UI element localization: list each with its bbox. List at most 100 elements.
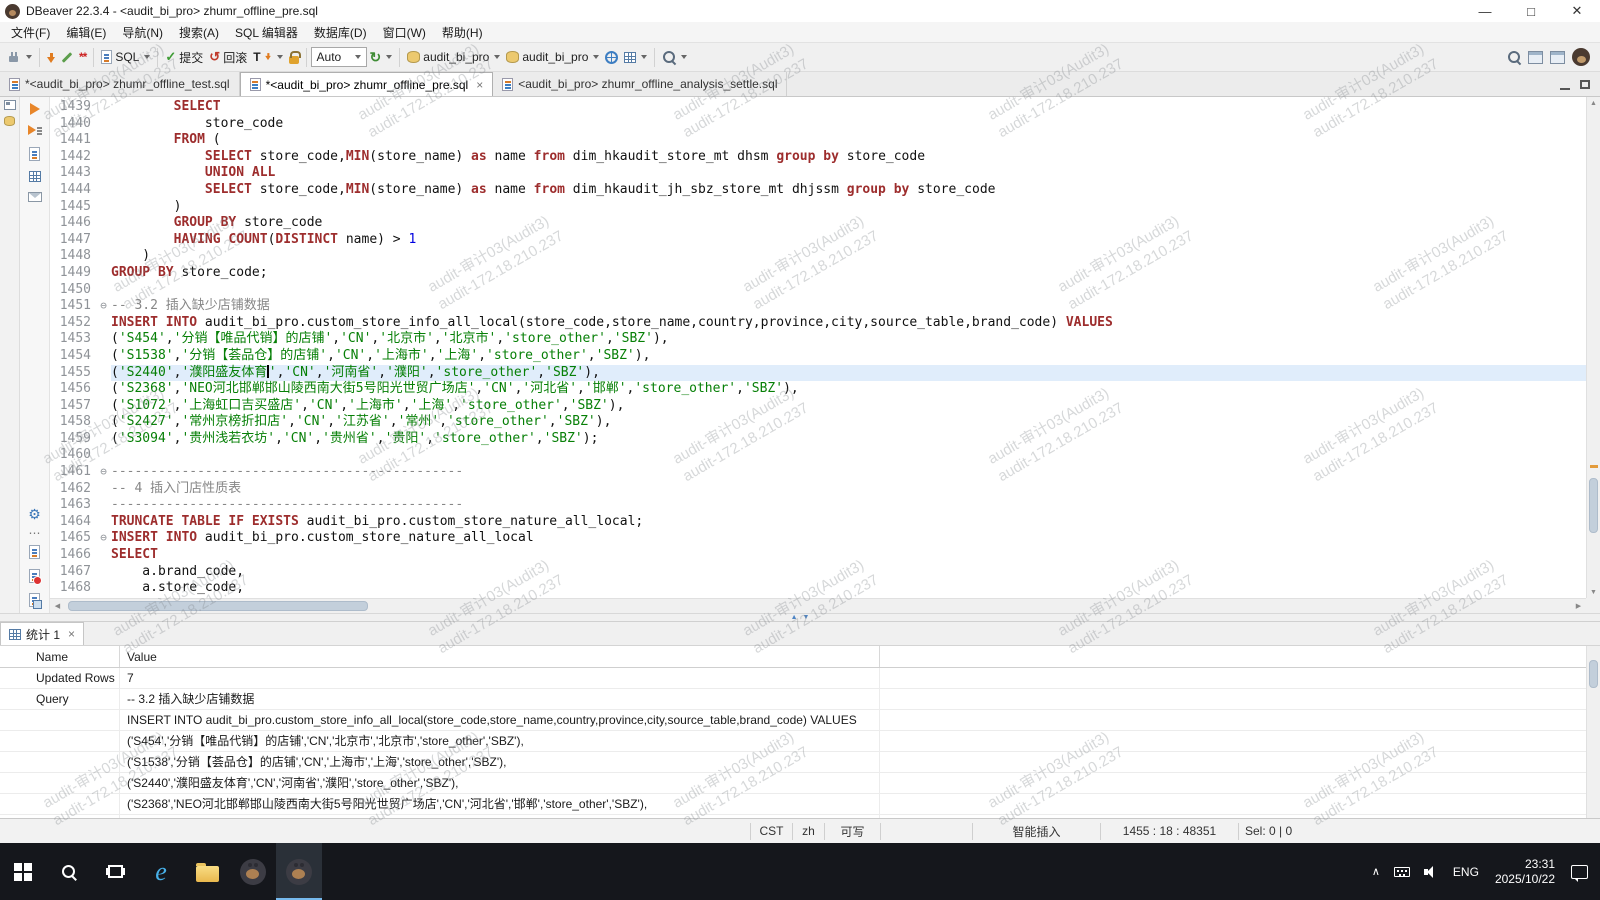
code-line-1449[interactable]: 1449GROUP BY store_code; xyxy=(50,265,1586,282)
execute-script-button[interactable] xyxy=(28,125,42,137)
code-line-1450[interactable]: 1450 xyxy=(50,282,1586,299)
close-tab-icon[interactable]: × xyxy=(476,78,483,92)
code-line-1440[interactable]: 1440 store_code xyxy=(50,116,1586,133)
tab-zhumr-offline-analysis-settle[interactable]: <audit_bi_pro> zhumr_offline_analysis_se… xyxy=(493,72,787,96)
column-header-name[interactable]: Name xyxy=(30,646,120,667)
tray-chevron-button[interactable]: ∧ xyxy=(1365,843,1387,900)
code-line-1441[interactable]: 1441 FROM ( xyxy=(50,132,1586,149)
sql-editor[interactable]: 1439 SELECT1440 store_code1441 FROM (144… xyxy=(50,97,1600,613)
clock[interactable]: 23:31 2025/10/22 xyxy=(1486,857,1564,887)
commit-button[interactable]: ✓提交 xyxy=(162,46,206,69)
maximize-button[interactable]: □ xyxy=(1508,0,1554,22)
menu-item-1[interactable]: 编辑(E) xyxy=(58,22,114,43)
status-insert-mode[interactable]: 智能插入 xyxy=(972,823,1100,840)
code-line-1442[interactable]: 1442 SELECT store_code,MIN(store_name) a… xyxy=(50,149,1586,166)
restore-db-navigator-icon[interactable] xyxy=(4,100,16,110)
more-options-icon[interactable]: ⋯ xyxy=(29,531,41,535)
code-line-1447[interactable]: 1447 HAVING COUNT(DISTINCT name) > 1 xyxy=(50,232,1586,249)
network-button[interactable] xyxy=(602,46,621,69)
table-row[interactable]: ('S1538','分销【荟品仓】的店铺','CN','上海市','上海','s… xyxy=(0,752,1600,773)
fold-marker-icon[interactable]: ⊖ xyxy=(96,464,111,481)
tab-zhumr-offline-pre[interactable]: *<audit_bi_pro> zhumr_offline_pre.sql× xyxy=(240,72,494,96)
code-line-1445[interactable]: 1445 ) xyxy=(50,199,1586,216)
connection-select[interactable]: audit_bi_pro xyxy=(404,46,503,69)
export-result-button[interactable] xyxy=(29,545,40,559)
code-line-1464[interactable]: 1464TRUNCATE TABLE IF EXISTS audit_bi_pr… xyxy=(50,514,1586,531)
code-line-1448[interactable]: 1448 ) xyxy=(50,248,1586,265)
status-cursor-position[interactable]: 1455 : 18 : 48351 xyxy=(1100,823,1238,840)
code-line-1454[interactable]: 1454('S1538','分销【荟品仓】的店铺','CN','上海市','上海… xyxy=(50,348,1586,365)
table-row[interactable]: ('S2368','NEO河北邯郸邯山陵西南大街5号阳光世贸广场店','CN',… xyxy=(0,794,1600,815)
code-line-1468[interactable]: 1468 a.store_code, xyxy=(50,580,1586,597)
menu-item-0[interactable]: 文件(F) xyxy=(3,22,58,43)
menu-item-7[interactable]: 帮助(H) xyxy=(434,22,491,43)
collapse-down-icon[interactable]: ▼ xyxy=(803,614,810,621)
close-tab-icon[interactable]: × xyxy=(68,627,75,641)
code-line-1465[interactable]: 1465⊖INSERT INTO audit_bi_pro.custom_sto… xyxy=(50,530,1586,547)
commit-mode-select[interactable]: Auto xyxy=(311,47,367,67)
scroll-down-icon[interactable]: ▼ xyxy=(1587,586,1600,598)
dbeaver-perspective-icon[interactable] xyxy=(1572,48,1590,66)
export-email-button[interactable] xyxy=(28,192,42,202)
code-line-1467[interactable]: 1467 a.brand_code, xyxy=(50,564,1586,581)
language-indicator[interactable]: ENG xyxy=(1446,843,1486,900)
minimize-button[interactable]: — xyxy=(1462,0,1508,22)
menu-item-4[interactable]: SQL 编辑器 xyxy=(227,22,306,43)
menu-item-6[interactable]: 窗口(W) xyxy=(375,22,434,43)
save-grid-button[interactable] xyxy=(29,593,40,607)
status-selection[interactable]: Sel: 0 | 0 xyxy=(1238,823,1354,840)
results-scrollbar[interactable] xyxy=(1586,646,1600,818)
perspective-icon[interactable] xyxy=(1528,51,1543,64)
file-explorer-button[interactable] xyxy=(184,843,230,900)
horizontal-scroll-thumb[interactable] xyxy=(68,601,368,611)
code-line-1462[interactable]: 1462-- 4 插入门店性质表 xyxy=(50,481,1586,498)
menu-item-5[interactable]: 数据库(D) xyxy=(306,22,375,43)
code-line-1466[interactable]: 1466SELECT xyxy=(50,547,1586,564)
code-line-1460[interactable]: 1460 xyxy=(50,447,1586,464)
fold-marker-icon[interactable]: ⊖ xyxy=(96,530,111,547)
vertical-scrollbar[interactable]: ▲ ▼ xyxy=(1586,97,1600,598)
tab-statistics[interactable]: 统计 1 × xyxy=(0,622,84,645)
result-grid-button[interactable] xyxy=(29,171,41,182)
rollback-button[interactable]: ↺回滚 xyxy=(206,46,250,69)
sql-editor-button[interactable]: SQL xyxy=(98,46,153,69)
transaction-log-button[interactable]: T xyxy=(250,46,285,69)
db-navigator-mini-icon[interactable] xyxy=(4,116,15,126)
save-report-button[interactable] xyxy=(29,569,40,583)
execute-sql-button[interactable] xyxy=(30,103,40,115)
results-scroll-thumb[interactable] xyxy=(1589,660,1598,688)
code-line-1452[interactable]: 1452INSERT INTO audit_bi_pro.custom_stor… xyxy=(50,315,1586,332)
table-row[interactable]: ('S454','分销【唯品代销】的店铺','CN','北京市','北京市','… xyxy=(0,731,1600,752)
scroll-left-icon[interactable]: ◀ xyxy=(50,602,65,610)
volume-button[interactable] xyxy=(1417,843,1446,900)
start-button[interactable] xyxy=(0,843,46,900)
code-line-1453[interactable]: 1453('S454','分销【唯品代销】的店铺','CN','北京市','北京… xyxy=(50,331,1586,348)
code-line-1451[interactable]: 1451⊖-- 3.2 插入缺少店铺数据 xyxy=(50,298,1586,315)
collapse-up-icon[interactable]: ▲ xyxy=(791,614,798,621)
taskbar-search-button[interactable] xyxy=(46,843,92,900)
scroll-right-icon[interactable]: ▶ xyxy=(1571,602,1586,610)
fold-marker-icon[interactable]: ⊖ xyxy=(96,298,111,315)
code-line-1455[interactable]: 1455('S2440','濮阳盛友体育','CN','河南省','濮阳','s… xyxy=(50,365,1586,382)
scroll-up-icon[interactable]: ▲ xyxy=(1587,97,1600,109)
gear-icon[interactable]: ⚙ xyxy=(28,507,41,521)
internet-explorer-button[interactable]: e xyxy=(138,843,184,900)
dbeaver-taskbar-button[interactable] xyxy=(230,843,276,900)
table-row[interactable]: Query-- 3.2 插入缺少店铺数据 xyxy=(0,689,1600,710)
maximize-panel-icon[interactable] xyxy=(1580,80,1590,89)
minimize-panel-icon[interactable] xyxy=(1560,88,1570,90)
transaction-lock-button[interactable] xyxy=(286,46,302,69)
code-line-1463[interactable]: 1463------------------------------------… xyxy=(50,497,1586,514)
code-line-1439[interactable]: 1439 SELECT xyxy=(50,99,1586,116)
tab-zhumr-offline-test[interactable]: *<audit_bi_pro> zhumr_offline_test.sql xyxy=(0,72,240,96)
mark-button[interactable]: ** xyxy=(76,46,89,69)
close-button[interactable]: ✕ xyxy=(1554,0,1600,22)
code-line-1443[interactable]: 1443 UNION ALL xyxy=(50,165,1586,182)
vertical-scroll-thumb[interactable] xyxy=(1589,478,1598,533)
code-line-1444[interactable]: 1444 SELECT store_code,MIN(store_name) a… xyxy=(50,182,1586,199)
touch-keyboard-button[interactable] xyxy=(1387,843,1417,900)
schema-select[interactable]: audit_bi_pro xyxy=(503,46,602,69)
table-row[interactable]: ('S2440','濮阳盛友体育','CN','河南省','濮阳','store… xyxy=(0,773,1600,794)
menu-item-3[interactable]: 搜索(A) xyxy=(171,22,227,43)
edit-button[interactable] xyxy=(58,46,76,69)
